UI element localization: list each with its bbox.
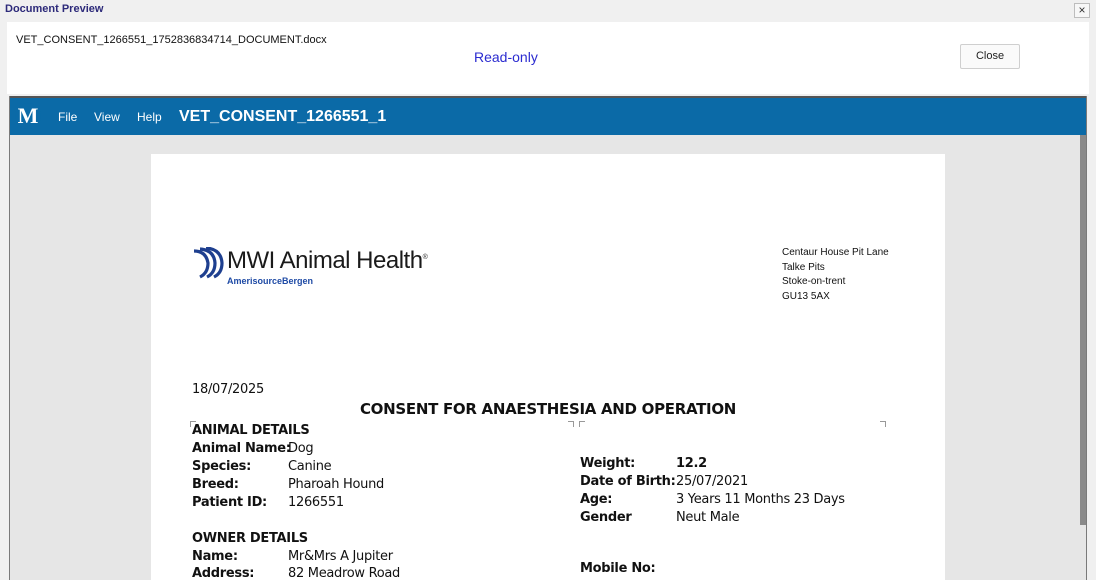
owner-address-value: 82 Meadrow Road [288, 566, 401, 580]
close-icon[interactable]: × [1074, 3, 1090, 18]
viewer-document-title: VET_CONSENT_1266551_1 [179, 108, 387, 125]
breed-label: Breed: [192, 477, 239, 492]
app-logo-icon: M [15, 103, 41, 129]
vertical-scrollbar[interactable] [1079, 135, 1086, 580]
patient-id-value: 1266551 [288, 495, 344, 510]
animal-name-value: Dog [288, 441, 314, 456]
mobile-label: Mobile No: [580, 561, 656, 576]
table-corner-marker [880, 421, 886, 427]
owner-details-title: OWNER DETAILS [192, 531, 308, 546]
close-button[interactable]: Close [960, 44, 1020, 69]
patient-id-label: Patient ID: [192, 495, 267, 510]
animal-details-title: ANIMAL DETAILS [192, 423, 310, 438]
dialog-titlebar: Document Preview × [0, 0, 1096, 20]
age-value: 3 Years 11 Months 23 Days [676, 492, 845, 507]
gender-label: Gender [580, 510, 632, 525]
dob-value: 25/07/2021 [676, 474, 748, 489]
menu-help[interactable]: Help [137, 110, 162, 124]
scrollbar-thumb[interactable] [1080, 135, 1086, 525]
weight-value: 12.2 [676, 456, 707, 471]
table-corner-marker [579, 421, 585, 427]
species-label: Species: [192, 459, 252, 474]
brand-subtitle: AmerisourceBergen [227, 276, 314, 286]
address-line: Stoke-on-trent [782, 276, 846, 287]
practice-address: Centaur House Pit Lane Talke Pits Stoke-… [782, 246, 889, 304]
document-filename: VET_CONSENT_1266551_1752836834714_DOCUME… [16, 34, 327, 46]
weight-label: Weight: [580, 456, 636, 471]
dob-label: Date of Birth: [580, 474, 676, 489]
address-line: Centaur House Pit Lane [782, 247, 889, 258]
table-corner-marker [568, 421, 574, 427]
owner-name-label: Name: [192, 549, 238, 564]
menu-file[interactable]: File [58, 110, 77, 124]
document-date: 18/07/2025 [192, 382, 264, 397]
brand-name: MWI Animal Health® [227, 247, 428, 274]
document-viewer: M File View Help VET_CONSENT_1266551_1 M… [9, 96, 1087, 580]
owner-name-value: Mr&Mrs A Jupiter [288, 549, 393, 564]
mwi-swoosh-icon [193, 247, 224, 279]
gender-value: Neut Male [676, 510, 740, 525]
animal-name-label: Animal Name: [192, 441, 291, 456]
document-heading: CONSENT FOR ANAESTHESIA AND OPERATION [359, 400, 737, 418]
dialog-header: VET_CONSENT_1266551_1752836834714_DOCUME… [7, 22, 1089, 94]
address-line: Talke Pits [782, 261, 825, 273]
species-value: Canine [288, 459, 332, 474]
address-line: GU13 5AX [782, 290, 830, 302]
document-page: MWI Animal Health® AmerisourceBergen Cen… [151, 154, 945, 580]
read-only-label: Read-only [474, 49, 538, 65]
breed-value: Pharoah Hound [288, 477, 384, 492]
menu-view[interactable]: View [94, 110, 120, 124]
age-label: Age: [580, 492, 613, 507]
owner-address-label: Address: [192, 566, 255, 580]
viewer-toolbar: M File View Help VET_CONSENT_1266551_1 [10, 96, 1086, 135]
dialog-title: Document Preview [5, 3, 104, 15]
